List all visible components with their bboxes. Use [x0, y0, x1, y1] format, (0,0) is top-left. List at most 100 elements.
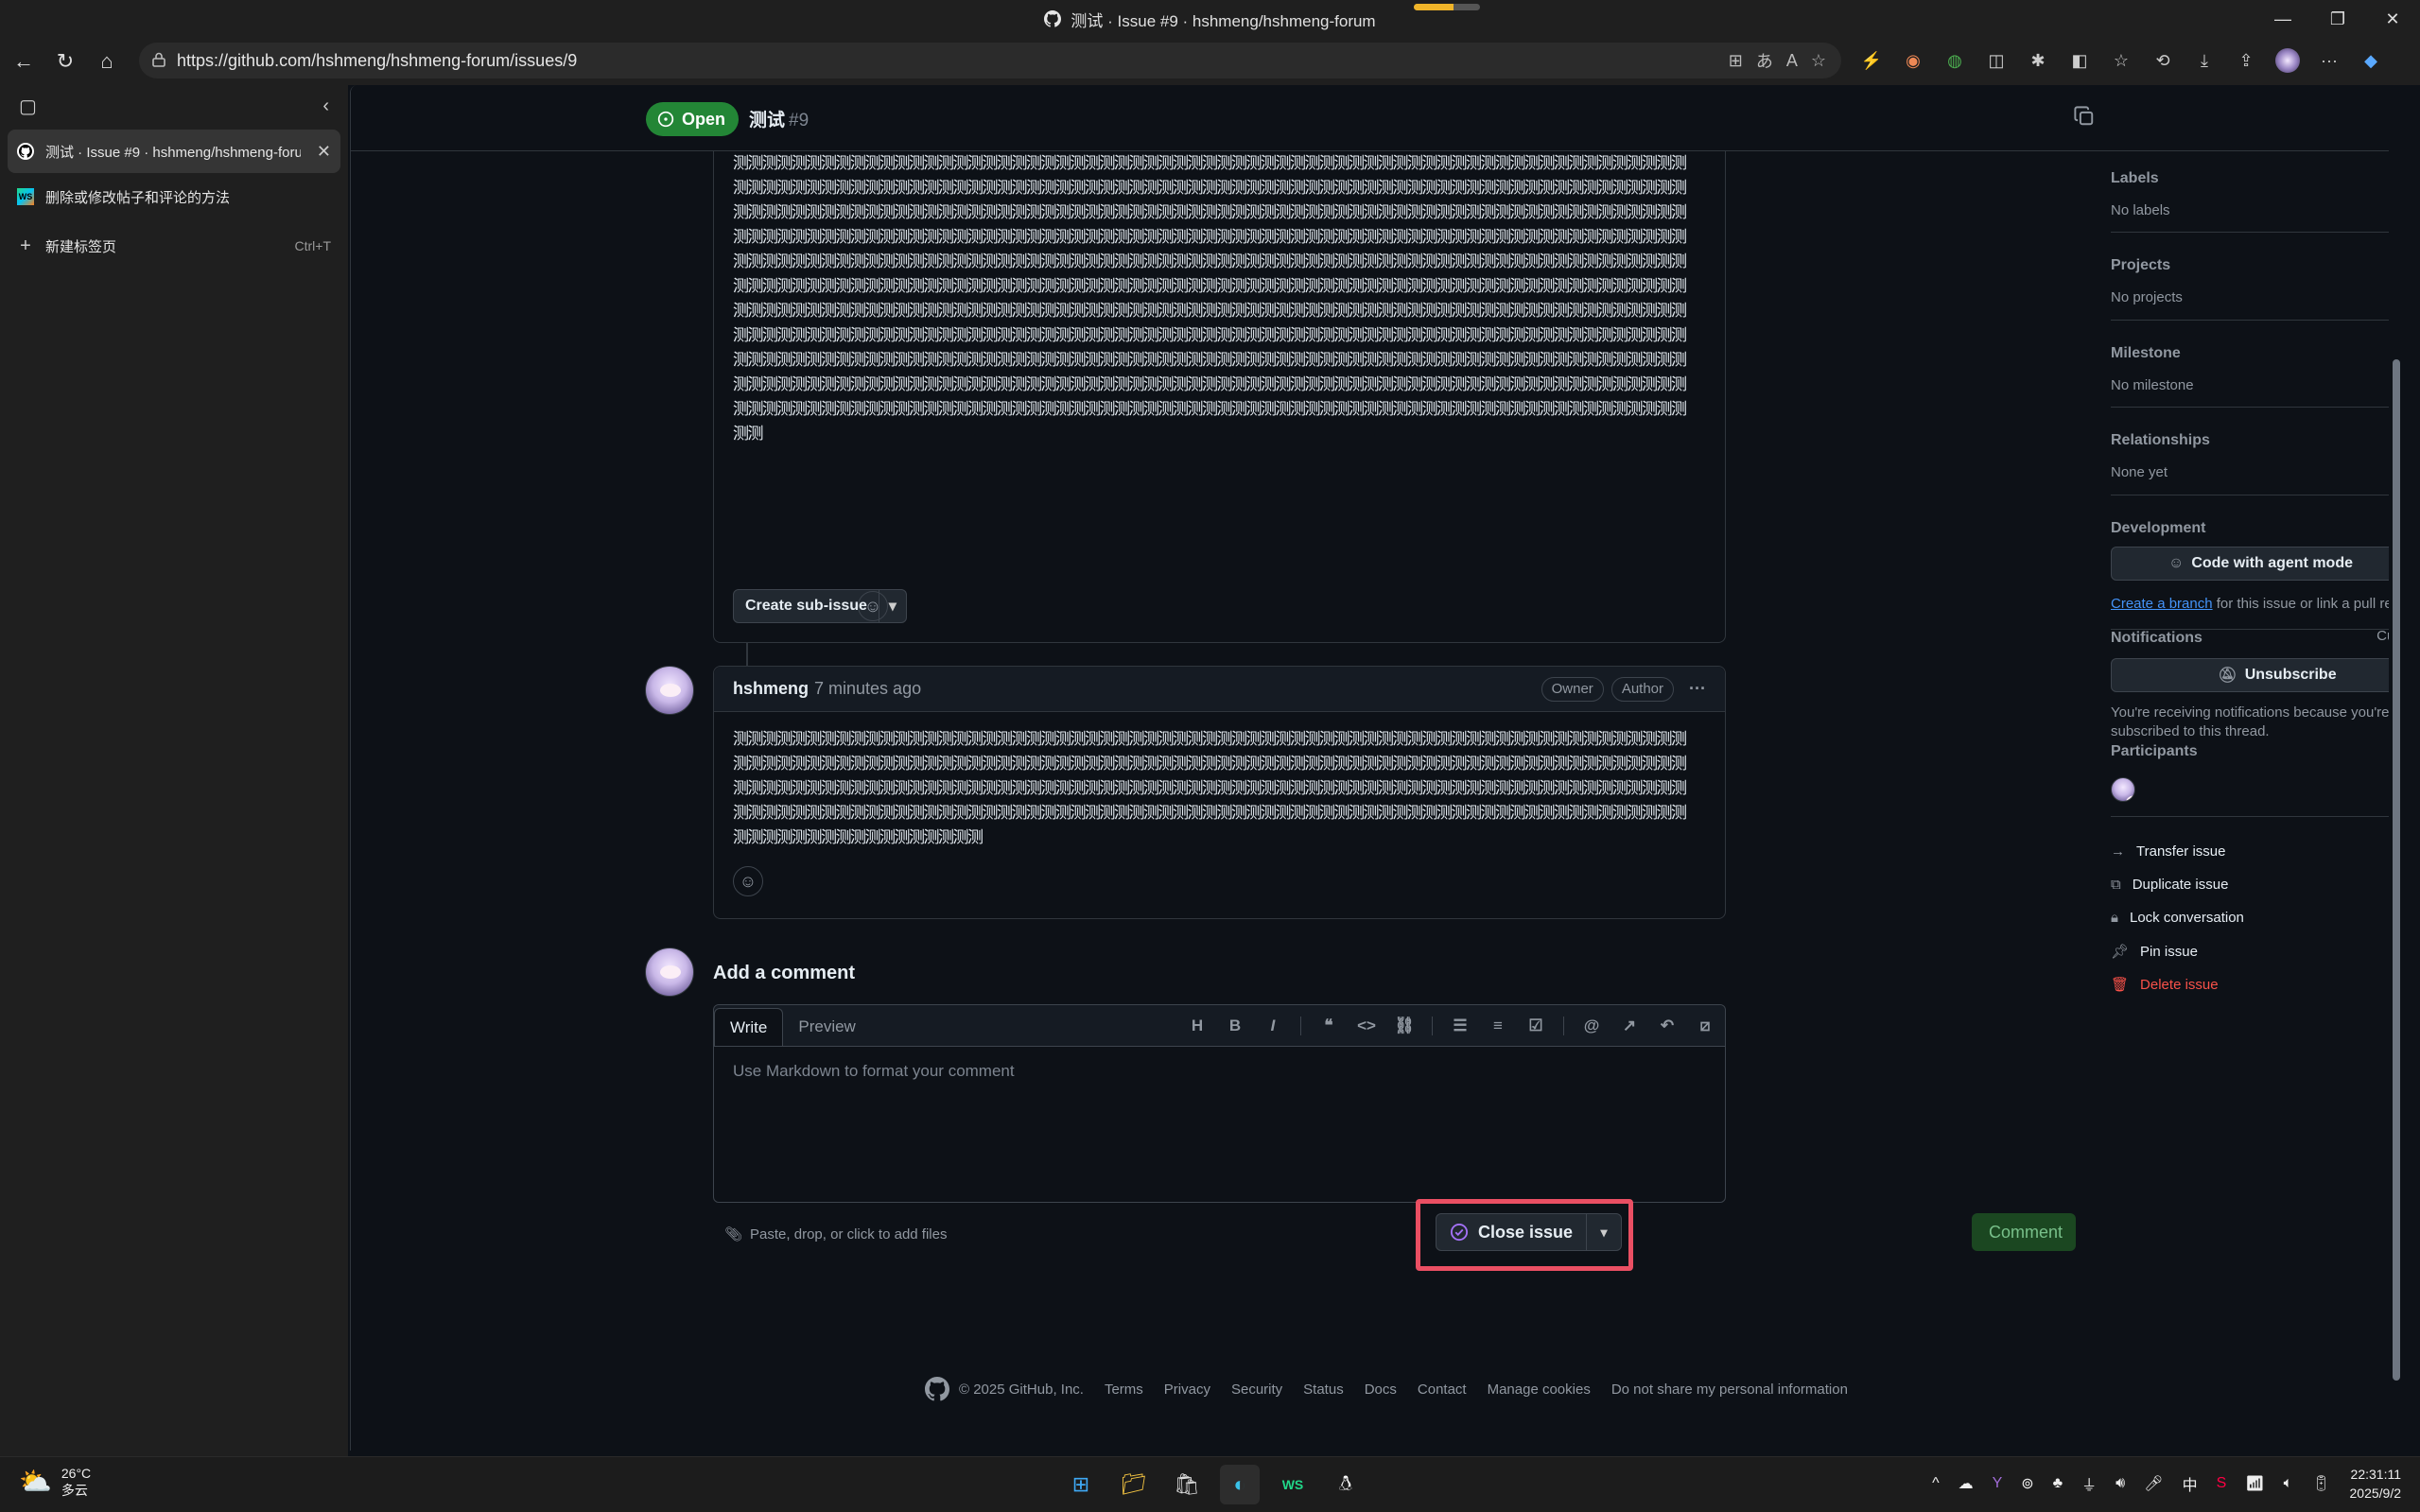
slash-commands-icon[interactable]: ⧄	[1695, 1016, 1715, 1036]
qq-icon[interactable]: 🐧︎	[1326, 1465, 1366, 1504]
webstorm-icon[interactable]: WS	[1273, 1465, 1313, 1504]
github-logo-icon[interactable]	[925, 1377, 949, 1401]
close-issue-button[interactable]: Close issue ▾	[1436, 1213, 1623, 1251]
tab-actions-icon[interactable]: ▢	[19, 95, 37, 118]
tray-app-icon[interactable]: ⊚	[2021, 1474, 2033, 1493]
footer-link-do-not-share[interactable]: Do not share my personal information	[1611, 1382, 1848, 1398]
start-icon[interactable]: ⊞	[1061, 1465, 1101, 1504]
settings-more-icon[interactable]: ···	[2316, 47, 2342, 74]
create-branch-link[interactable]: Create a branch	[2111, 596, 2213, 612]
lock-conversation-action[interactable]: 🔒︎ Lock conversation	[2111, 910, 2244, 926]
reply-icon[interactable]: ↶	[1657, 1016, 1678, 1036]
milestone-title[interactable]: Milestone	[2111, 345, 2181, 362]
footer-link-status[interactable]: Status	[1303, 1382, 1344, 1398]
speaker-icon[interactable]: 🔈︎	[2284, 1475, 2293, 1492]
read-aloud-icon[interactable]: A	[1786, 51, 1798, 71]
yahoo-icon[interactable]: Y	[1993, 1475, 2003, 1492]
heading-icon[interactable]: H	[1187, 1016, 1208, 1036]
attach-files-area[interactable]: 📎︎ Paste, drop, or click to add files	[724, 1225, 947, 1243]
transfer-issue-action[interactable]: → Transfer issue	[2111, 843, 2225, 860]
favorites-icon[interactable]: ☆	[2108, 47, 2134, 74]
extension-glasses-icon[interactable]: ◫	[1983, 47, 2010, 74]
volume-icon[interactable]: 🔊︎	[2115, 1475, 2125, 1492]
link-icon[interactable]: ⛓	[1394, 1016, 1415, 1036]
address-bar[interactable]: https://github.com/hshmeng/hshmeng-forum…	[139, 43, 1841, 78]
tab-webstorm-doc[interactable]: WS 删除或修改帖子和评论的方法	[8, 175, 340, 218]
copilot-icon[interactable]: ◆	[2358, 47, 2384, 74]
tab-write[interactable]: Write	[714, 1008, 784, 1046]
usb-icon[interactable]: ⏚	[2081, 1472, 2097, 1495]
share-icon[interactable]: ⇪	[2233, 47, 2259, 74]
code-with-agent-button[interactable]: ☺ Code with agent mode ▾	[2111, 547, 2404, 581]
tab-github-issue[interactable]: 测试 · Issue #9 · hshmeng/hshmeng-forum ✕	[8, 130, 340, 173]
input-method-indicator[interactable]: 中	[2183, 1472, 2198, 1495]
translate-icon[interactable]: あ	[1756, 48, 1773, 73]
restore-button[interactable]: ❐	[2310, 0, 2365, 38]
more-options-icon[interactable]: ···	[1689, 679, 1706, 699]
delete-issue-action[interactable]: 🗑︎ Delete issue	[2111, 976, 2219, 994]
comment-author[interactable]: hshmeng	[733, 679, 809, 699]
store-icon[interactable]: 🛍︎	[1167, 1465, 1207, 1504]
relationships-title[interactable]: Relationships	[2111, 432, 2210, 449]
labels-title[interactable]: Labels	[2111, 170, 2159, 187]
pin-issue-action[interactable]: 📌︎ Pin issue	[2111, 943, 2198, 961]
sogou-icon[interactable]: S	[2217, 1475, 2227, 1492]
attach-files-label[interactable]: Paste, drop, or click to add files	[750, 1226, 947, 1243]
history-icon[interactable]: ⟲	[2150, 47, 2176, 74]
close-issue-label[interactable]: Close issue	[1478, 1223, 1573, 1243]
footer-link-manage-cookies[interactable]: Manage cookies	[1488, 1382, 1591, 1398]
minimize-button[interactable]: —	[2255, 0, 2310, 38]
add-reaction-icon[interactable]: ☺	[733, 866, 763, 896]
file-explorer-icon[interactable]: 📁︎	[1114, 1465, 1154, 1504]
back-icon[interactable]: ←	[6, 43, 42, 79]
battery-icon[interactable]: 🔋︎	[2311, 1474, 2330, 1493]
footer-link-terms[interactable]: Terms	[1105, 1382, 1143, 1398]
clock[interactable]: 22:31:11 2025/9/2	[2350, 1465, 2402, 1503]
development-title[interactable]: Development	[2111, 520, 2205, 537]
code-icon[interactable]: <>	[1356, 1016, 1377, 1036]
wifi-icon[interactable]: 📶︎	[2245, 1474, 2264, 1493]
downloads-icon[interactable]: ⤓	[2191, 47, 2218, 74]
onedrive-icon[interactable]: ☁	[1959, 1474, 1974, 1493]
unordered-list-icon[interactable]: ☰	[1450, 1016, 1471, 1036]
edge-icon[interactable]: ◐	[1220, 1465, 1260, 1504]
italic-icon[interactable]: I	[1262, 1016, 1283, 1036]
avatar[interactable]	[645, 666, 694, 715]
refresh-icon[interactable]: ↻	[47, 43, 83, 79]
unsubscribe-button[interactable]: 🔕︎ Unsubscribe	[2111, 658, 2404, 692]
duplicate-issue-action[interactable]: ⧉ Duplicate issue	[2111, 877, 2228, 893]
quote-icon[interactable]: ❝	[1318, 1016, 1339, 1036]
tab-preview[interactable]: Preview	[783, 1008, 870, 1046]
weather-widget[interactable]: ⛅ 26°C 多云	[19, 1465, 91, 1499]
footer-link-docs[interactable]: Docs	[1365, 1382, 1397, 1398]
task-list-icon[interactable]: ☑	[1525, 1016, 1546, 1036]
mention-icon[interactable]: @	[1581, 1016, 1602, 1036]
close-tab-icon[interactable]: ✕	[317, 142, 331, 162]
new-tab-button[interactable]: + 新建标签页 Ctrl+T	[8, 224, 340, 268]
bold-icon[interactable]: B	[1225, 1016, 1245, 1036]
comment-time[interactable]: 7 minutes ago	[814, 679, 921, 699]
split-screen-icon[interactable]: ◧	[2066, 47, 2093, 74]
window-close-button[interactable]: ✕	[2365, 0, 2420, 38]
collapse-sidebar-icon[interactable]: ‹	[322, 96, 329, 117]
home-icon[interactable]: ⌂	[89, 43, 125, 79]
extensions-icon[interactable]: ✱	[2025, 47, 2051, 74]
comment-submit-button[interactable]: Comment	[1972, 1213, 2076, 1251]
scrollbar-thumb[interactable]	[2393, 359, 2400, 1381]
agent-mode-label[interactable]: Code with agent mode	[2191, 555, 2353, 572]
copy-link-icon[interactable]	[2074, 106, 2095, 127]
footer-link-security[interactable]: Security	[1231, 1382, 1282, 1398]
participant-avatar[interactable]	[2111, 777, 2135, 802]
projects-title[interactable]: Projects	[2111, 257, 2170, 274]
unsubscribe-label[interactable]: Unsubscribe	[2245, 667, 2337, 684]
ordered-list-icon[interactable]: ≡	[1488, 1016, 1508, 1036]
reference-icon[interactable]: ↗	[1619, 1016, 1640, 1036]
favorite-star-icon[interactable]: ☆	[1811, 51, 1826, 71]
profile-avatar[interactable]	[2274, 47, 2301, 74]
extension-google-icon[interactable]: ◍	[1941, 47, 1968, 74]
chevron-up-icon[interactable]: ^	[1932, 1475, 1940, 1492]
footer-link-privacy[interactable]: Privacy	[1164, 1382, 1210, 1398]
page-scrollbar[interactable]	[2389, 85, 2404, 1451]
extension-pikachu-icon[interactable]: ⚡	[1858, 47, 1885, 74]
comment-textarea[interactable]	[714, 1047, 1725, 1202]
